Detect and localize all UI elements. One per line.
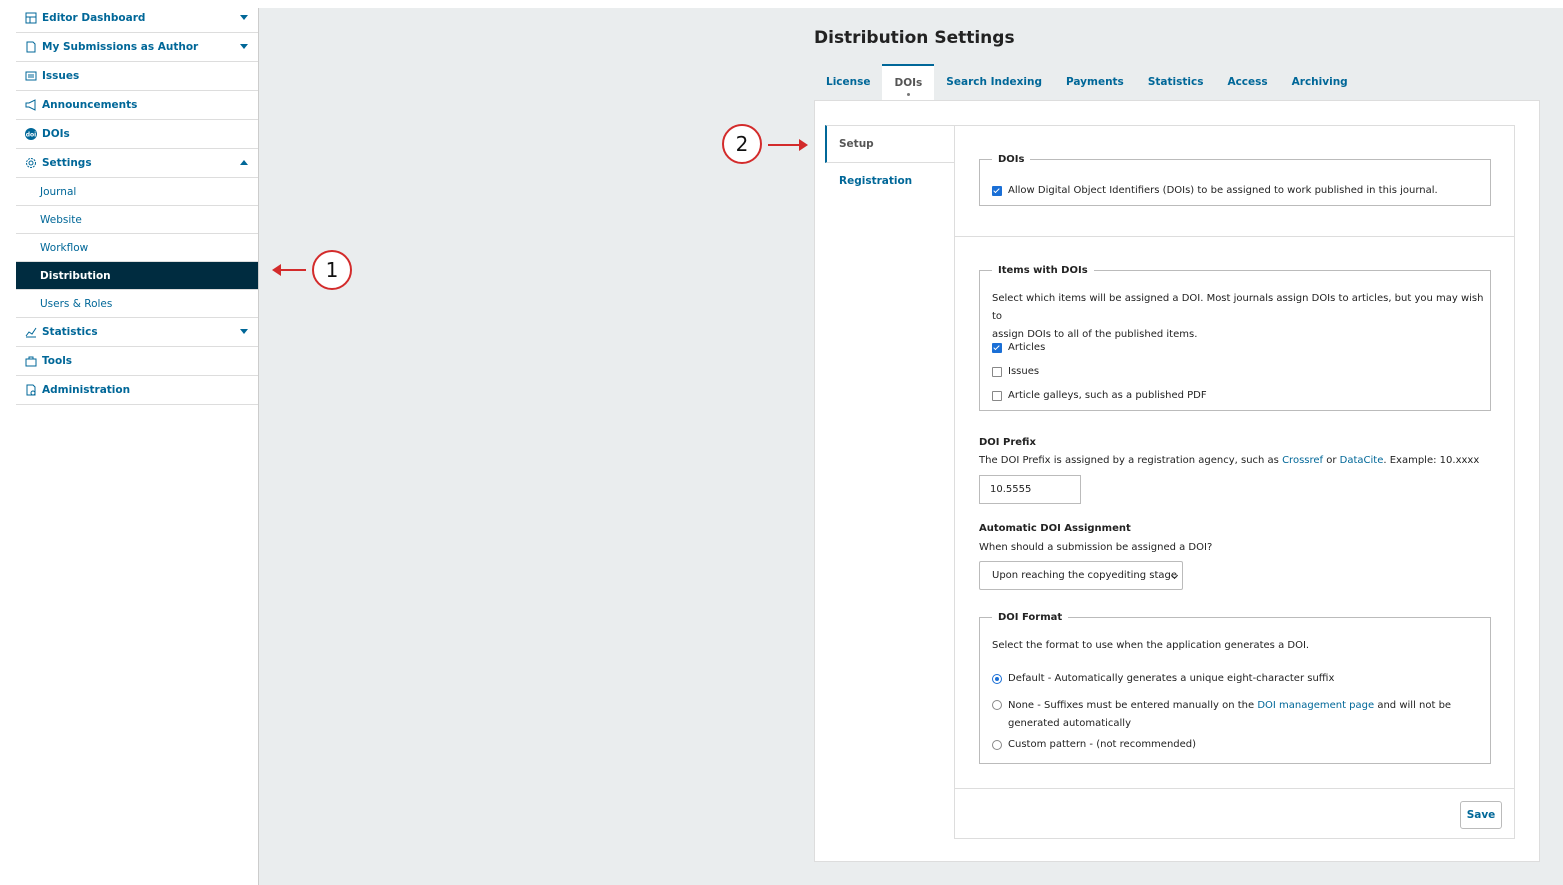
- sidebar-item-label: Announcements: [42, 99, 138, 111]
- item-issues-row[interactable]: Issues: [992, 366, 1039, 377]
- tab-license[interactable]: License: [814, 64, 882, 100]
- datacite-link[interactable]: DataCite: [1340, 455, 1384, 466]
- document-icon: [26, 41, 36, 53]
- sidebar-item-my-submissions[interactable]: My Submissions as Author: [16, 33, 258, 62]
- chevron-down-icon[interactable]: [240, 44, 248, 49]
- page-title: Distribution Settings: [814, 28, 1015, 48]
- sidebar-subitem-workflow[interactable]: Workflow: [16, 234, 258, 262]
- crossref-link[interactable]: Crossref: [1282, 455, 1323, 466]
- doi-prefix-input[interactable]: 10.5555: [979, 475, 1081, 504]
- doi-prefix-label: DOI Prefix: [979, 437, 1036, 448]
- item-galleys-row[interactable]: Article galleys, such as a published PDF: [992, 390, 1207, 401]
- sidebar-subitem-distribution[interactable]: Distribution: [16, 262, 258, 290]
- sidebar-subitem-journal[interactable]: Journal: [16, 178, 258, 206]
- format-none-radio[interactable]: [992, 700, 1002, 710]
- items-fieldset: Items with DOIs Select which items will …: [979, 265, 1491, 411]
- items-legend: Items with DOIs: [998, 265, 1088, 276]
- dashboard-icon: [25, 12, 37, 24]
- subnav-setup[interactable]: Setup: [825, 125, 955, 163]
- doi-prefix-description: The DOI Prefix is assigned by a registra…: [979, 455, 1480, 466]
- allow-dois-label: Allow Digital Object Identifiers (DOIs) …: [1008, 185, 1438, 196]
- sidebar-item-settings[interactable]: Settings: [16, 149, 258, 178]
- doi-format-description: Select the format to use when the applic…: [992, 640, 1310, 651]
- dois-fieldset: DOIs Allow Digital Object Identifiers (D…: [979, 154, 1491, 206]
- format-custom-radio[interactable]: [992, 739, 1002, 750]
- sidebar-item-announcements[interactable]: Announcements: [16, 91, 258, 120]
- doi-format-legend: DOI Format: [998, 612, 1063, 623]
- dois-legend: DOIs: [998, 154, 1025, 165]
- sidebar-subitem-users-roles[interactable]: Users & Roles: [16, 290, 258, 318]
- sidebar-item-label: DOIs: [42, 128, 70, 140]
- doi-icon: doi: [25, 128, 37, 140]
- auto-assignment-label: Automatic DOI Assignment: [979, 523, 1131, 534]
- callout-1: 1: [312, 250, 352, 290]
- active-tab-dot: [907, 93, 911, 96]
- subnav-registration[interactable]: Registration: [825, 163, 955, 199]
- item-articles-row[interactable]: Articles: [992, 342, 1045, 353]
- megaphone-icon: [25, 99, 36, 111]
- chart-icon: [25, 327, 37, 338]
- settings-panel: Setup Registration DOIs Allow Digital Ob…: [814, 100, 1540, 862]
- tab-statistics[interactable]: Statistics: [1136, 64, 1216, 100]
- tab-payments[interactable]: Payments: [1054, 64, 1136, 100]
- save-button[interactable]: Save: [1460, 801, 1502, 829]
- toolbox-icon: [25, 356, 37, 367]
- tab-search-indexing[interactable]: Search Indexing: [934, 64, 1054, 100]
- issues-checkbox[interactable]: [992, 366, 1002, 377]
- tab-access[interactable]: Access: [1215, 64, 1279, 100]
- articles-checkbox[interactable]: [992, 342, 1002, 353]
- format-none-row[interactable]: None - Suffixes must be entered manually…: [992, 697, 1451, 733]
- gear-icon: [26, 158, 36, 168]
- format-default-row[interactable]: Default - Automatically generates a uniq…: [992, 673, 1334, 684]
- sidebar-item-label: Tools: [42, 355, 73, 367]
- sidebar-item-administration[interactable]: Administration: [16, 376, 258, 405]
- allow-dois-row[interactable]: Allow Digital Object Identifiers (DOIs) …: [992, 185, 1438, 196]
- issues-icon: [25, 71, 37, 81]
- settings-tabs: License DOIs Search Indexing Payments St…: [814, 64, 1360, 100]
- svg-text:doi: doi: [26, 132, 36, 139]
- galleys-checkbox[interactable]: [992, 390, 1002, 401]
- format-default-radio[interactable]: [992, 673, 1002, 684]
- form-footer: Save: [955, 788, 1514, 839]
- allow-dois-checkbox[interactable]: [992, 185, 1002, 196]
- doi-setup-form: DOIs Allow Digital Object Identifiers (D…: [954, 125, 1515, 839]
- sidebar-item-label: Editor Dashboard: [42, 12, 146, 24]
- doi-management-link[interactable]: DOI management page: [1257, 700, 1374, 711]
- items-description: Select which items will be assigned a DO…: [992, 293, 1484, 340]
- sidebar-subitem-website[interactable]: Website: [16, 206, 258, 234]
- sidebar-item-issues[interactable]: Issues: [16, 62, 258, 91]
- tab-dois[interactable]: DOIs: [882, 64, 935, 100]
- sidebar-item-tools[interactable]: Tools: [16, 347, 258, 376]
- sidebar: Editor Dashboard My Submissions as Autho…: [16, 4, 258, 405]
- sidebar-item-editor-dashboard[interactable]: Editor Dashboard: [16, 4, 258, 33]
- tab-archiving[interactable]: Archiving: [1280, 64, 1360, 100]
- main-content: Distribution Settings License DOIs Searc…: [259, 8, 1563, 885]
- admin-icon: [26, 384, 36, 396]
- doi-format-fieldset: DOI Format Select the format to use when…: [979, 612, 1491, 764]
- callout-arrow-1: [272, 264, 306, 276]
- auto-assignment-select[interactable]: Upon reaching the copyediting stage: [979, 561, 1183, 590]
- callout-arrow-2: [768, 139, 808, 151]
- chevron-down-icon[interactable]: [240, 329, 248, 334]
- dois-subnav: Setup Registration: [825, 125, 955, 199]
- sidebar-item-statistics[interactable]: Statistics: [16, 318, 258, 347]
- chevron-up-icon[interactable]: [240, 160, 248, 165]
- sidebar-item-label: Settings: [42, 157, 92, 169]
- auto-assignment-description: When should a submission be assigned a D…: [979, 542, 1213, 553]
- callout-2: 2: [722, 124, 762, 164]
- sidebar-item-dois[interactable]: doi DOIs: [16, 120, 258, 149]
- sidebar-item-label: Statistics: [42, 326, 98, 338]
- sidebar-item-label: My Submissions as Author: [42, 41, 199, 53]
- sidebar-item-label: Administration: [42, 384, 131, 396]
- chevron-down-icon[interactable]: [240, 15, 248, 20]
- dois-section: DOIs Allow Digital Object Identifiers (D…: [955, 126, 1514, 237]
- sidebar-item-label: Issues: [42, 70, 80, 82]
- format-custom-row[interactable]: Custom pattern - (not recommended): [992, 739, 1196, 750]
